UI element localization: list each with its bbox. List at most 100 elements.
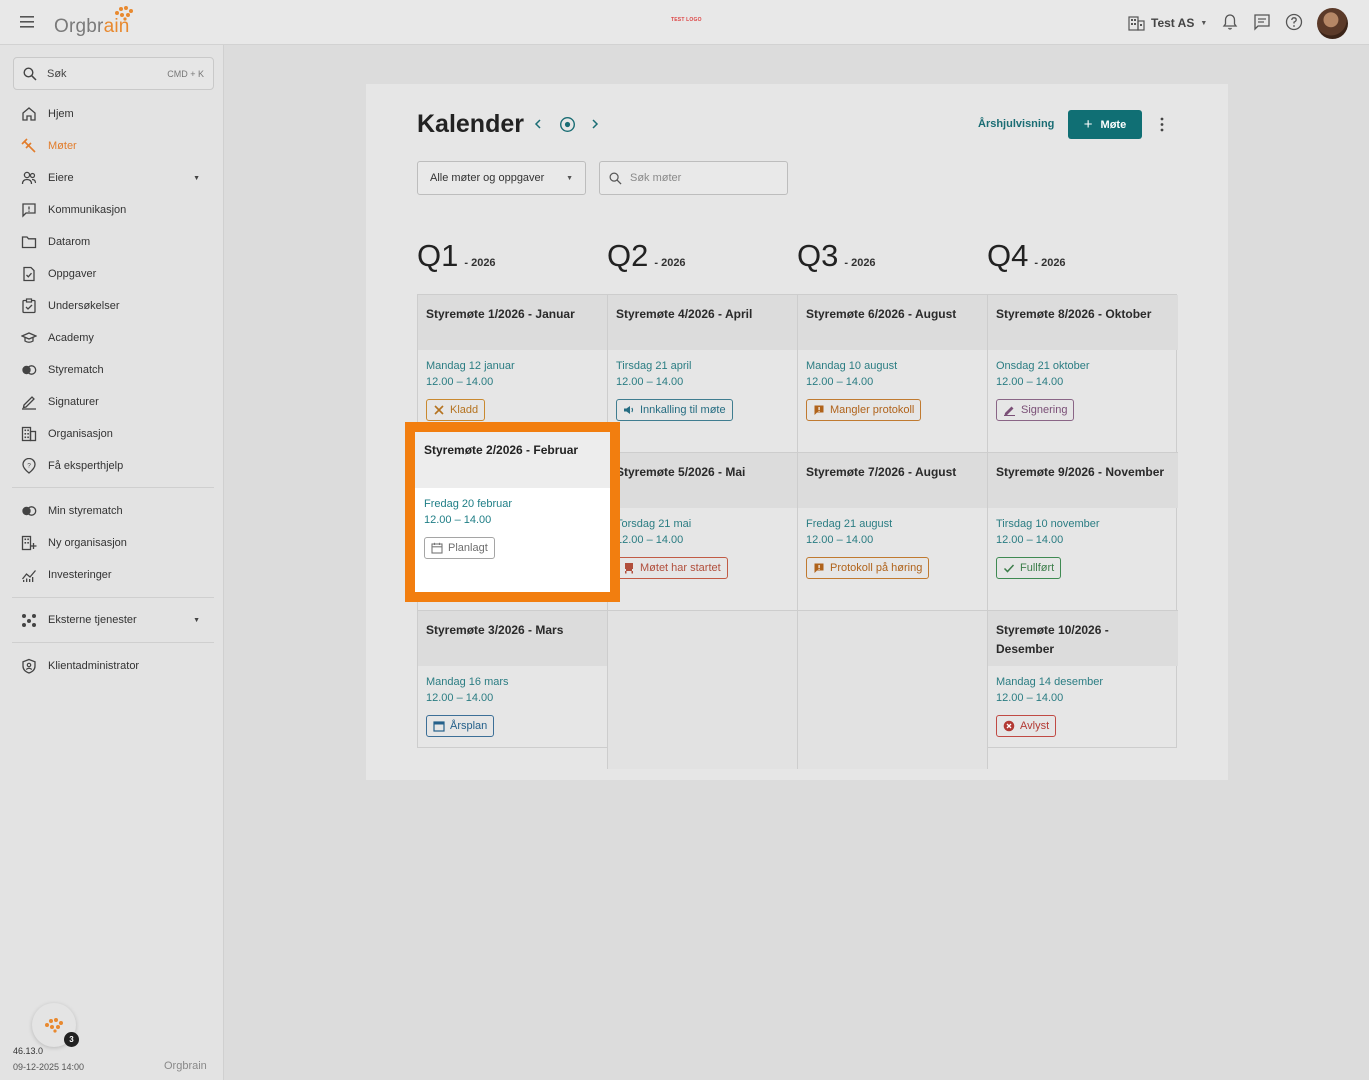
- sidebar-item-label: Ny organisasjon: [48, 537, 127, 549]
- meeting-card[interactable]: Styremøte 8/2026 - Oktober Onsdag 21 okt…: [988, 295, 1178, 453]
- add-meeting-button[interactable]: + Møte: [1068, 110, 1142, 139]
- sidebar-item-undersokelser[interactable]: Undersøkelser: [12, 293, 214, 319]
- sidebar-item-label: Min styrematch: [48, 505, 123, 517]
- owners-icon: [20, 169, 38, 187]
- meeting-title[interactable]: Styremøte 5/2026 - Mai: [608, 453, 797, 508]
- calendar-icon: [431, 542, 443, 554]
- sidebar-item-signaturer[interactable]: Signaturer: [12, 389, 214, 415]
- meeting-title[interactable]: Styremøte 4/2026 - April: [608, 295, 797, 350]
- meeting-date: Tirsdag 10 november: [996, 518, 1100, 530]
- next-period-button[interactable]: [586, 115, 604, 133]
- filter-value: Alle møter og oppgaver: [430, 172, 545, 184]
- meeting-title[interactable]: Styremøte 2/2026 - Februar: [415, 432, 610, 488]
- meeting-date: Tirsdag 21 april: [616, 360, 692, 372]
- chevron-left-icon: [534, 119, 541, 129]
- orgbrain-logo[interactable]: Orgbrain: [54, 4, 144, 40]
- meeting-date: Fredag 21 august: [806, 518, 893, 530]
- status-badge[interactable]: Mangler protokoll: [806, 399, 922, 421]
- sidebar-item-styrematch[interactable]: Styrematch: [12, 357, 214, 383]
- status-badge[interactable]: Planlagt: [424, 537, 495, 559]
- meeting-search-field[interactable]: [599, 161, 788, 195]
- status-badge[interactable]: Signering: [996, 399, 1075, 421]
- highlighted-meeting-card[interactable]: Styremøte 2/2026 - Februar Fredag 20 feb…: [405, 422, 620, 602]
- sidebar: Søk CMD + K Hjem Møter Eiere ▼ Kommunika…: [0, 45, 224, 1080]
- sidebar-item-academy[interactable]: Academy: [12, 325, 214, 351]
- build-date: 09-12-2025 14:00: [13, 1062, 85, 1072]
- meeting-card[interactable]: Styremøte 3/2026 - Mars Mandag 16 mars 1…: [418, 611, 608, 769]
- megaphone-icon: [624, 406, 634, 414]
- previous-period-button[interactable]: [529, 115, 547, 133]
- sidebar-item-label: Eksterne tjenester: [48, 614, 137, 626]
- meeting-card[interactable]: Styremøte 9/2026 - November Tirsdag 10 n…: [988, 453, 1178, 611]
- sidebar-item-kommunikasjon[interactable]: Kommunikasjon: [12, 197, 214, 223]
- global-search[interactable]: Søk CMD + K: [13, 57, 214, 90]
- quarter-header-q2: Q2- 2026: [607, 238, 686, 273]
- help-icon[interactable]: [1285, 13, 1303, 31]
- menu-icon[interactable]: [19, 14, 37, 30]
- sidebar-item-organisasjon[interactable]: Organisasjon: [12, 421, 214, 447]
- chart-icon: [20, 566, 38, 584]
- meeting-date: Mandag 10 august: [806, 360, 898, 372]
- footer-logo: Orgbrain: [164, 1060, 207, 1072]
- logo-text: Orgbrain: [54, 16, 130, 37]
- meeting-card[interactable]: Styremøte 10/2026 - Desember Mandag 14 d…: [988, 611, 1178, 769]
- meeting-date: Mandag 16 mars: [426, 676, 509, 688]
- sidebar-item-eksperthjelp[interactable]: ? Få eksperthjelp: [12, 453, 214, 479]
- year-wheel-view-link[interactable]: Årshjulvisning: [978, 118, 1054, 130]
- status-badge[interactable]: Protokoll på høring: [806, 557, 930, 579]
- meeting-date: Onsdag 21 oktober: [996, 360, 1090, 372]
- meeting-time: 12.00 – 14.00: [996, 534, 1064, 546]
- sidebar-item-ny-organisasjon[interactable]: Ny organisasjon: [12, 530, 214, 556]
- today-button[interactable]: [558, 115, 576, 133]
- meeting-title[interactable]: Styremøte 7/2026 - August: [798, 453, 987, 508]
- user-avatar[interactable]: [1317, 8, 1348, 39]
- status-badge[interactable]: Innkalling til møte: [616, 399, 733, 421]
- sidebar-item-label: Undersøkelser: [48, 300, 120, 312]
- bell-icon[interactable]: [1222, 13, 1240, 31]
- meeting-title[interactable]: Styremøte 3/2026 - Mars: [418, 611, 607, 666]
- meeting-time: 12.00 – 14.00: [996, 692, 1064, 704]
- graduation-cap-icon: [20, 329, 38, 347]
- meeting-card[interactable]: Styremøte 7/2026 - August Fredag 21 augu…: [798, 453, 988, 611]
- status-badge[interactable]: Kladd: [426, 399, 486, 421]
- meeting-card[interactable]: Styremøte 4/2026 - April Tirsdag 21 apri…: [608, 295, 798, 453]
- sidebar-item-investeringer[interactable]: Investeringer: [12, 562, 214, 588]
- meeting-title[interactable]: Styremøte 10/2026 - Desember: [988, 611, 1178, 666]
- empty-calendar-slot: [798, 611, 988, 769]
- sidebar-item-datarom[interactable]: Datarom: [12, 229, 214, 255]
- sidebar-item-klientadministrator[interactable]: Klientadministrator: [12, 653, 214, 679]
- sidebar-item-oppgaver[interactable]: Oppgaver: [12, 261, 214, 287]
- sidebar-item-hjem[interactable]: Hjem: [12, 101, 214, 127]
- quarter-header-q1: Q1- 2026: [417, 238, 496, 273]
- sidebar-item-eksterne-tjenester[interactable]: Eksterne tjenester ▼: [12, 607, 214, 633]
- status-badge[interactable]: Årsplan: [426, 715, 495, 737]
- meeting-title[interactable]: Styremøte 9/2026 - November: [988, 453, 1178, 508]
- sidebar-item-label: Datarom: [48, 236, 91, 248]
- sidebar-item-label: Oppgaver: [48, 268, 97, 280]
- survey-icon: [20, 297, 38, 315]
- messages-icon[interactable]: [1253, 13, 1271, 31]
- meeting-card[interactable]: Styremøte 5/2026 - Mai Torsdag 21 mai 12…: [608, 453, 798, 611]
- sidebar-item-moter[interactable]: Møter: [12, 133, 214, 159]
- meeting-title[interactable]: Styremøte 1/2026 - Januar: [418, 295, 607, 350]
- more-options-icon[interactable]: [1158, 116, 1166, 133]
- meeting-time: 12.00 – 14.00: [806, 534, 874, 546]
- status-badge[interactable]: Avlyst: [996, 715, 1057, 737]
- organization-switcher[interactable]: Test AS ▼: [1128, 13, 1207, 33]
- calendar-icon: [433, 721, 445, 732]
- meeting-card[interactable]: Styremøte 6/2026 - August Mandag 10 augu…: [798, 295, 988, 453]
- sidebar-item-eiere[interactable]: Eiere ▼: [12, 165, 214, 191]
- status-badge[interactable]: Fullført: [996, 557, 1062, 579]
- meeting-title[interactable]: Styremøte 6/2026 - August: [798, 295, 987, 350]
- organization-logo: TEST LOGO: [671, 17, 702, 23]
- meeting-search-input[interactable]: [630, 172, 770, 184]
- flag-icon: [814, 405, 824, 415]
- notification-badge: 3: [64, 1032, 79, 1047]
- sidebar-item-label: Møter: [48, 140, 77, 152]
- status-badge[interactable]: Møtet har startet: [616, 557, 728, 579]
- meeting-title[interactable]: Styremøte 8/2026 - Oktober: [988, 295, 1178, 350]
- meeting-filter-select[interactable]: Alle møter og oppgaver ▼: [417, 161, 586, 195]
- sidebar-item-label: Signaturer: [48, 396, 99, 408]
- gavel-icon: [20, 137, 38, 155]
- sidebar-item-min-styrematch[interactable]: Min styrematch: [12, 498, 214, 524]
